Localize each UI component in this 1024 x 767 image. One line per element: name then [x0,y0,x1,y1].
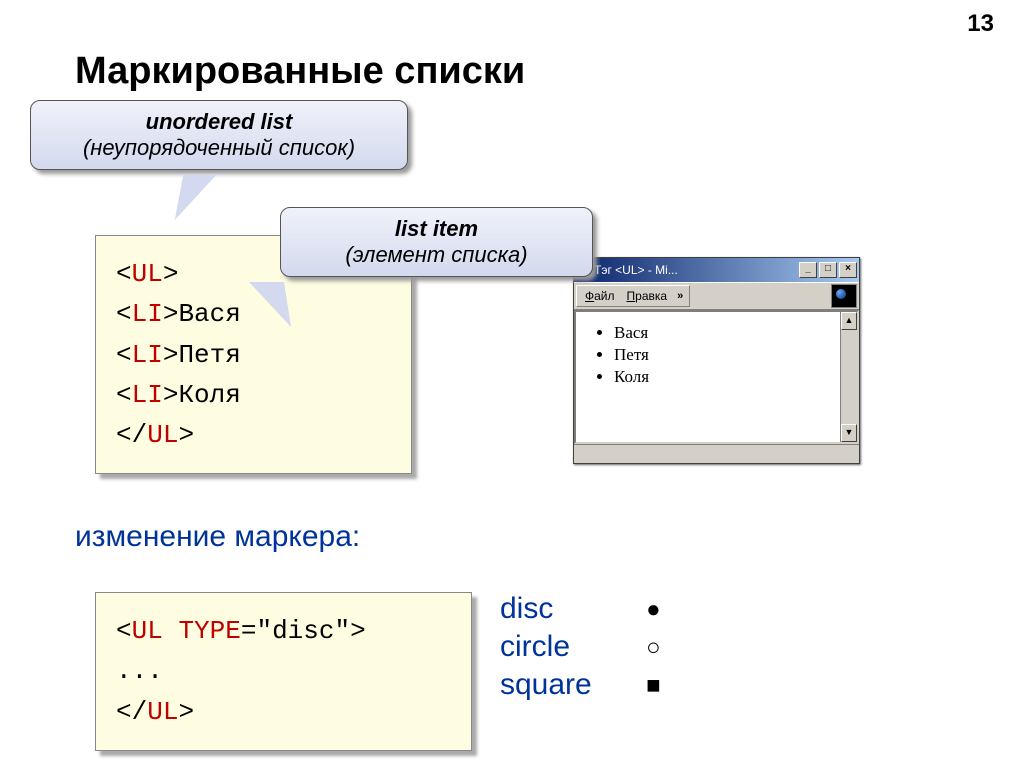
scroll-down-button[interactable]: ▼ [841,424,857,442]
page-number: 13 [967,10,994,38]
rendered-list: Вася Петя Коля [584,322,857,388]
marker-row: square ■ [500,668,673,706]
minimize-button[interactable]: _ [799,262,817,278]
disc-icon: ● [633,596,673,624]
statusbar [574,444,859,463]
list-item: Коля [614,366,857,388]
list-item: Вася [614,322,857,344]
maximize-button[interactable]: □ [819,262,837,278]
marker-name: square [500,668,625,702]
list-item: Петя [614,344,857,366]
throbber-icon [831,284,857,308]
marker-types: disc ● circle ○ square ■ [500,592,673,706]
circle-icon: ○ [633,634,673,662]
scroll-up-button[interactable]: ▲ [841,312,857,330]
scrollbar[interactable]: ▲ ▼ [840,312,857,442]
browser-content: Вася Петя Коля ▲ ▼ [574,310,859,444]
square-icon: ■ [633,672,673,700]
marker-name: circle [500,630,625,664]
callout1-line2: (неупорядоченный список) [49,135,389,161]
marker-name: disc [500,592,625,626]
titlebar: Тэг <UL> - Mi... _ □ × [574,258,859,282]
menubar: Файл Правка » [574,282,859,310]
callout2-line2: (элемент списка) [299,242,574,268]
menu-file[interactable]: Файл [579,288,621,304]
menu-edit[interactable]: Правка [621,288,674,304]
chevron-icon[interactable]: » [673,290,687,302]
callout2-line1: list item [299,216,574,242]
code-block-type: <UL TYPE="disc"> ... </UL> [95,592,472,751]
browser-window: Тэг <UL> - Mi... _ □ × Файл Правка » Вас… [573,257,860,464]
callout-list-item: list item (элемент списка) [280,207,593,277]
marker-row: circle ○ [500,630,673,668]
window-title: Тэг <UL> - Mi... [594,263,797,277]
callout1-line1: unordered list [49,109,389,135]
close-button[interactable]: × [839,262,857,278]
callout-unordered-list: unordered list (неупорядоченный список) [30,100,408,170]
menu-group: Файл Правка » [576,285,690,307]
marker-row: disc ● [500,592,673,630]
callout-tail [167,175,216,220]
subtitle: изменение маркера: [75,520,360,554]
slide-title: Маркированные списки [75,50,525,93]
